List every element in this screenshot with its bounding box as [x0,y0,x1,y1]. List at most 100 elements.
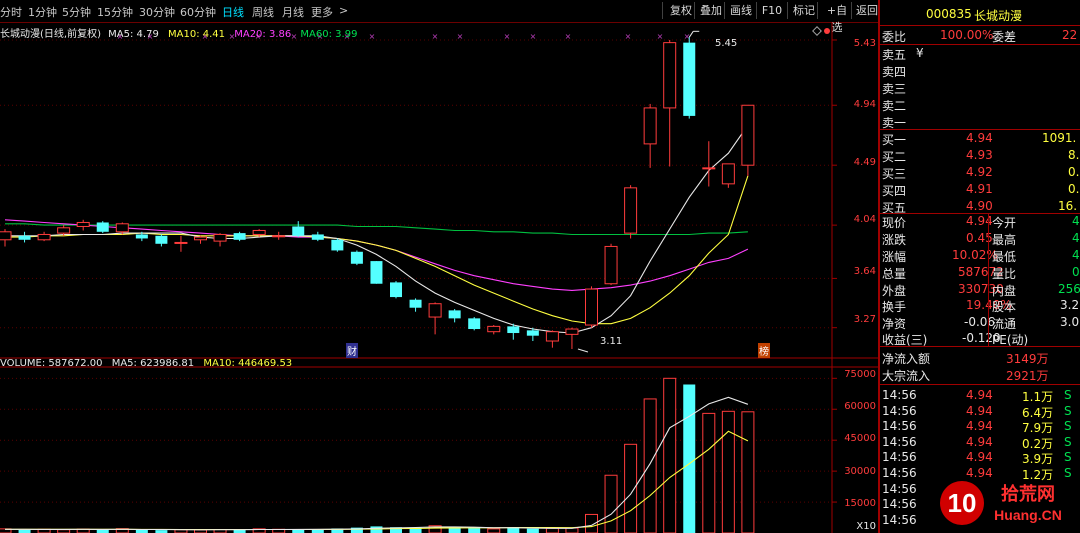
tick-row[interactable]: 14:56 4.94 1.1万 S [882,387,1080,404]
kline-chart[interactable]: × × × × × × × × × × × × × × × × × [0,22,878,533]
block-inflow-row: 大宗流入 2921万 [882,366,1080,383]
price-tick: 4.94 [853,99,876,110]
weibi-value: 100.00% [940,28,994,42]
block-inflow-value: 2921万 [1006,369,1049,383]
period-tab-15min[interactable]: 15分钟 [97,4,133,20]
quote-label: 最高 [992,233,1017,247]
buy-label: 买四 [882,184,907,198]
period-tab-more[interactable]: 更多 [311,4,333,20]
overlay-button[interactable]: 叠加 [694,2,727,19]
sell-label: 卖五 [882,48,907,62]
sell-row: 卖三 [882,79,1080,96]
quote-value: -0.06 [964,315,996,329]
quote-row: 现价 4.94 今开 4 [882,213,1080,230]
candle-body-down [448,310,461,319]
tick-side: S [1064,403,1072,418]
diamond-icon [812,26,822,36]
low-price-label: 3.11 [600,336,623,347]
volume-bar-up [663,377,677,533]
tick-time: 14:56 [882,512,917,527]
currency-icon: ¥ [916,46,924,60]
buy-volume: 1091. [1042,131,1077,145]
buy-label: 买一 [882,133,907,147]
tick-price: 4.94 [966,434,993,449]
tick-side: S [1064,419,1072,434]
period-tab-monthly[interactable]: 月线 [282,4,304,20]
mark-button[interactable]: 标记 [787,2,820,19]
f10-button[interactable]: F10 [756,2,787,19]
chart-title: 长城动漫(日线,前复权) [0,29,101,40]
candle-body-up [545,331,559,342]
candle-body-down [18,235,31,240]
volume-bar-up [545,527,559,533]
quote-row: 换手19.40%股本3.2 [882,297,1080,314]
sell-row: 卖五 ¥ [882,45,1080,62]
price-tick: 4.49 [853,157,876,168]
candle-body-down [390,282,402,298]
buy-row: 买四 4.91 0. [882,181,1080,198]
tick-row[interactable]: 14:56 4.94 7.9万 S [882,418,1080,435]
candle-body-up [721,163,735,185]
tick-row[interactable]: 14:56 4.94 6.4万 S [882,403,1080,420]
volume-tick: 15000 [844,498,876,509]
period-tab-daily[interactable]: 日线 [222,4,244,20]
stock-name: 长城动漫 [974,9,1023,23]
net-inflow-row: 净流入额 3149万 [882,349,1080,366]
tick-price: 4.94 [966,419,993,434]
candle-body-up [643,107,657,145]
event-marker: × [657,32,664,41]
period-tab-60min[interactable]: 60分钟 [180,4,216,20]
tick-time: 14:56 [882,466,917,480]
weibi-label: 委比 [882,30,907,44]
period-tab-5min[interactable]: 5分钟 [62,4,91,20]
quote-label: 股本 [992,300,1017,314]
candle-body-up [604,245,618,285]
sell-label: 卖四 [882,65,907,79]
quote-value: 4 [1072,231,1080,245]
chevron-right-icon[interactable]: > [339,4,348,17]
watermark-text: 拾荒网 [1001,483,1055,505]
quote-label: 最低 [992,250,1017,264]
candle-body-up [194,236,207,241]
ranking-marker[interactable]: 榜 [758,343,770,358]
volume-tick: 45000 [844,433,876,444]
candle-body-down [311,234,324,240]
tick-row[interactable]: 14:56 4.94 0.2万 S [882,434,1080,451]
site-watermark: 10 拾荒网 Huang.CN [936,478,1074,528]
volume-tick: 60000 [844,401,876,412]
candle-body-up [565,328,579,335]
candle-body-up [252,229,266,235]
candle-body-down [233,233,246,240]
buy-row: 买二 4.93 8. [882,147,1080,164]
buy-label: 买三 [882,167,907,181]
tick-row[interactable]: 14:56 4.94 3.9万 S [882,449,1080,466]
candle-body-down [683,42,696,116]
event-marker: × [432,32,439,41]
candle-body-up [115,223,129,233]
buy-label: 买二 [882,150,907,164]
tick-price: 4.94 [966,450,993,465]
volume-bar-down [683,384,696,533]
buy-row: 买一 4.94 1091. [882,130,1080,147]
draw-line-button[interactable]: 画线 [724,2,757,19]
weicha-label: 委差 [992,30,1017,44]
candle-body-up [213,233,227,242]
tick-side: S [1064,434,1072,449]
weicha-value: 22 [1062,28,1078,42]
volume-value: VOLUME: 587672.00 [0,358,103,369]
period-tab-weekly[interactable]: 周线 [252,4,274,20]
quote-row: 净资 -0.06 流通 3.0 [882,314,1080,331]
period-tab-fenshi[interactable]: 分时 [0,4,22,20]
tick-time: 14:56 [882,481,917,496]
quote-label: 涨跌 [882,233,907,247]
period-tab-1min[interactable]: 1分钟 [28,4,57,20]
vol-ma5-legend: MA5: 623986.81 [111,358,195,369]
candle-body-up [663,42,677,109]
candle-body-up [702,167,716,170]
candle-body-up [428,303,442,318]
candle-body-down [350,251,363,264]
quote-label: 涨幅 [882,250,907,264]
quote-label: 量比 [992,267,1017,281]
period-tab-30min[interactable]: 30分钟 [139,4,175,20]
finance-marker[interactable]: 财 [346,343,358,358]
